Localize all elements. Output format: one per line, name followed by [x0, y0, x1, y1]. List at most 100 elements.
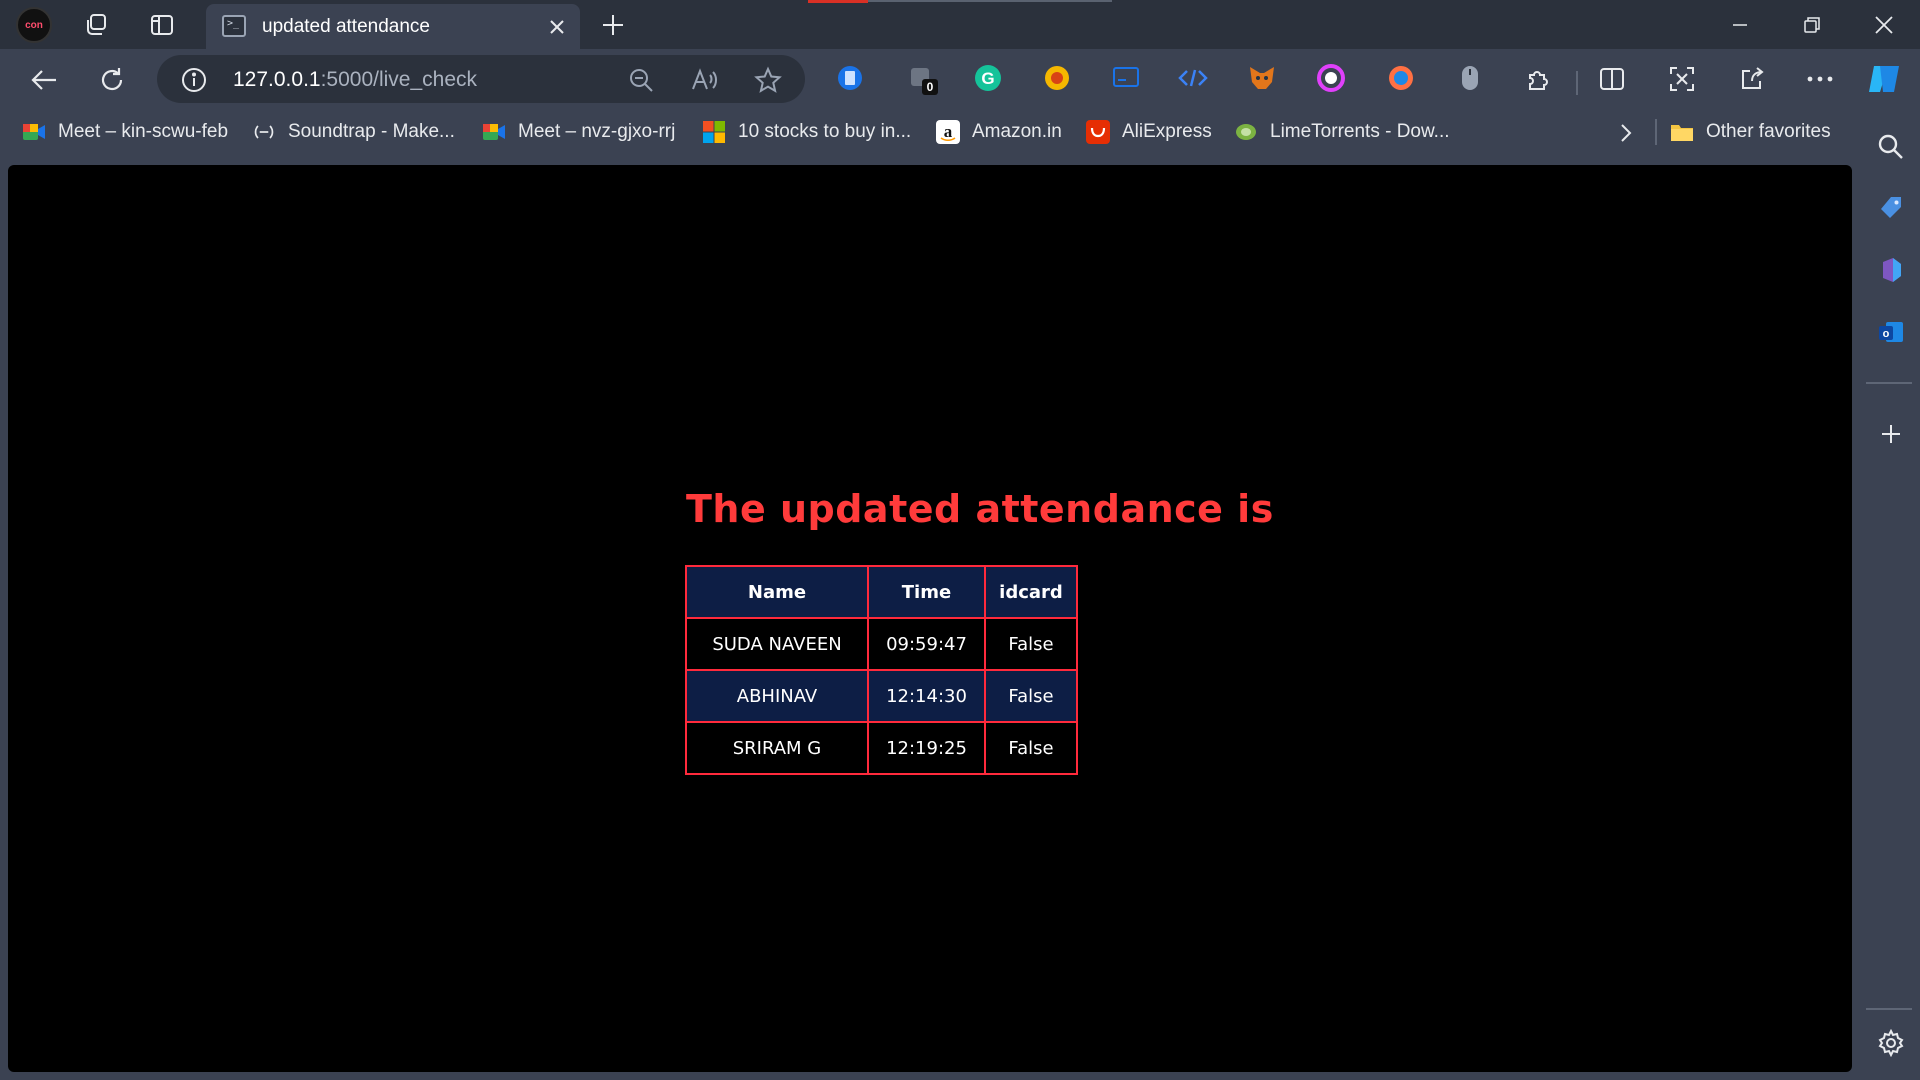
microsoft-icon — [702, 120, 726, 144]
tab-title: updated attendance — [262, 16, 430, 37]
cell-name: SRIRAM G — [685, 721, 869, 775]
browser-extension-icon[interactable] — [1386, 63, 1416, 93]
cell-time: 12:19:25 — [867, 721, 986, 775]
soundtrap-icon — [252, 120, 276, 144]
info-icon[interactable] — [181, 67, 206, 92]
url-text[interactable]: 127.0.0.1:5000/live_check — [233, 68, 477, 92]
favorite-label: Soundtrap - Make... — [288, 121, 455, 142]
column-header-name: Name — [685, 565, 869, 619]
extension-badge: 0 — [922, 79, 938, 95]
favorite-label: Meet – kin-scwu-feb — [58, 121, 229, 142]
shopping-tag-icon[interactable] — [1872, 189, 1910, 227]
limetorrents-icon — [1234, 120, 1258, 144]
read-aloud-icon[interactable] — [689, 65, 719, 95]
close-icon — [1875, 16, 1893, 34]
svg-text:G: G — [981, 69, 994, 88]
profile-avatar[interactable]: con — [16, 7, 52, 43]
favorite-item[interactable]: a Amazon.in — [936, 118, 1062, 146]
settings-gear-icon[interactable] — [1872, 1024, 1910, 1062]
window-bottom-edge — [8, 1072, 1852, 1080]
outlook-icon[interactable]: o — [1872, 313, 1910, 351]
back-icon — [31, 70, 56, 90]
board-extension-icon[interactable] — [1111, 63, 1141, 93]
favorite-item[interactable]: AliExpress — [1086, 118, 1212, 146]
favorite-item[interactable]: Meet – nvz-gjxo-rrj — [482, 118, 675, 146]
cell-idcard: False — [984, 669, 1078, 723]
metamask-icon[interactable] — [1247, 63, 1277, 93]
attendance-table: Name Time idcard SUDA NAVEEN 09:59:47 Fa… — [685, 565, 1078, 775]
close-window-button[interactable] — [1862, 8, 1906, 42]
progress-track — [868, 0, 1112, 2]
cell-time: 12:14:30 — [867, 669, 986, 723]
edge-sidebar: o — [1862, 109, 1920, 1080]
svg-text:a: a — [944, 122, 953, 141]
color-picker-extension-icon[interactable] — [1316, 63, 1346, 93]
office-icon[interactable] — [1872, 251, 1910, 289]
new-tab-button[interactable] — [596, 9, 630, 41]
active-tab[interactable]: >_ updated attendance — [206, 4, 580, 49]
favorite-item[interactable]: Meet – kin-scwu-feb — [22, 118, 228, 146]
progress-indicator — [808, 0, 868, 3]
zoom-out-icon[interactable] — [626, 65, 656, 95]
favorite-label: 10 stocks to buy in... — [738, 121, 912, 142]
favorite-star-icon[interactable] — [753, 65, 783, 95]
amazon-icon: a — [936, 120, 960, 144]
honey-extension-icon[interactable] — [1042, 63, 1072, 93]
page-heading: The updated attendance is — [686, 487, 1274, 531]
address-bar[interactable]: 127.0.0.1:5000/live_check — [157, 55, 805, 103]
favorite-label: Amazon.in — [972, 121, 1062, 142]
refresh-button[interactable] — [92, 61, 132, 99]
restore-button[interactable] — [1790, 8, 1834, 42]
split-screen-icon[interactable] — [1594, 61, 1630, 97]
url-host: 127.0.0.1 — [233, 68, 321, 91]
cell-idcard: False — [984, 721, 1078, 775]
chevron-right-icon[interactable] — [1612, 119, 1640, 147]
aliexpress-icon — [1086, 120, 1110, 144]
other-favorites-label: Other favorites — [1706, 121, 1831, 142]
more-icon[interactable] — [1802, 61, 1838, 97]
column-header-time: Time — [867, 565, 986, 619]
back-button[interactable] — [24, 61, 64, 99]
favorites-separator — [1655, 119, 1657, 145]
workspaces-icon[interactable] — [80, 9, 112, 41]
grammarly-icon[interactable]: G — [973, 63, 1003, 93]
other-favorites-folder[interactable]: Other favorites — [1670, 118, 1831, 146]
favorite-item[interactable]: 10 stocks to buy in... — [702, 118, 911, 146]
screenshot-icon[interactable] — [1664, 61, 1700, 97]
add-icon[interactable] — [1872, 415, 1910, 453]
copilot-icon[interactable] — [1866, 61, 1902, 97]
share-icon[interactable] — [1734, 61, 1770, 97]
search-icon[interactable] — [1872, 128, 1910, 166]
mouse-extension-icon[interactable] — [1455, 63, 1485, 93]
minimize-icon — [1733, 24, 1747, 26]
tab-counter-extension-icon[interactable]: 0 — [906, 63, 938, 95]
favorite-label: AliExpress — [1122, 121, 1212, 142]
extensions-icon[interactable] — [1520, 61, 1556, 97]
folder-icon — [1670, 120, 1694, 144]
favorite-item[interactable]: LimeTorrents - Dow... — [1234, 118, 1450, 146]
restore-icon — [1804, 17, 1820, 33]
tab-strip: con >_ updated attendance — [0, 0, 1920, 49]
sidebar-separator — [1866, 382, 1912, 384]
svg-text:o: o — [1883, 328, 1890, 340]
toolbar-separator — [1576, 71, 1578, 95]
toolbar: 127.0.0.1:5000/live_check 0 G — [0, 49, 1920, 109]
cell-name: SUDA NAVEEN — [685, 617, 869, 671]
cell-time: 09:59:47 — [867, 617, 986, 671]
google-meet-icon — [482, 120, 506, 144]
code-extension-icon[interactable] — [1178, 63, 1208, 93]
refresh-icon — [101, 68, 123, 91]
docs-extension-icon[interactable] — [835, 63, 865, 93]
minimize-button[interactable] — [1718, 8, 1762, 42]
close-icon[interactable] — [544, 14, 570, 40]
favorite-label: LimeTorrents - Dow... — [1270, 121, 1450, 142]
cell-idcard: False — [984, 617, 1078, 671]
table-row: SRIRAM G 12:19:25 False — [685, 721, 1078, 775]
plus-icon — [603, 15, 623, 35]
favorite-item[interactable]: Soundtrap - Make... — [252, 118, 455, 146]
favorite-label: Meet – nvz-gjxo-rrj — [518, 121, 676, 142]
vertical-tabs-icon[interactable] — [146, 9, 178, 41]
cell-name: ABHINAV — [685, 669, 869, 723]
table-header-row: Name Time idcard — [685, 565, 1078, 619]
favorites-bar: Meet – kin-scwu-feb Soundtrap - Make... … — [0, 109, 1880, 155]
